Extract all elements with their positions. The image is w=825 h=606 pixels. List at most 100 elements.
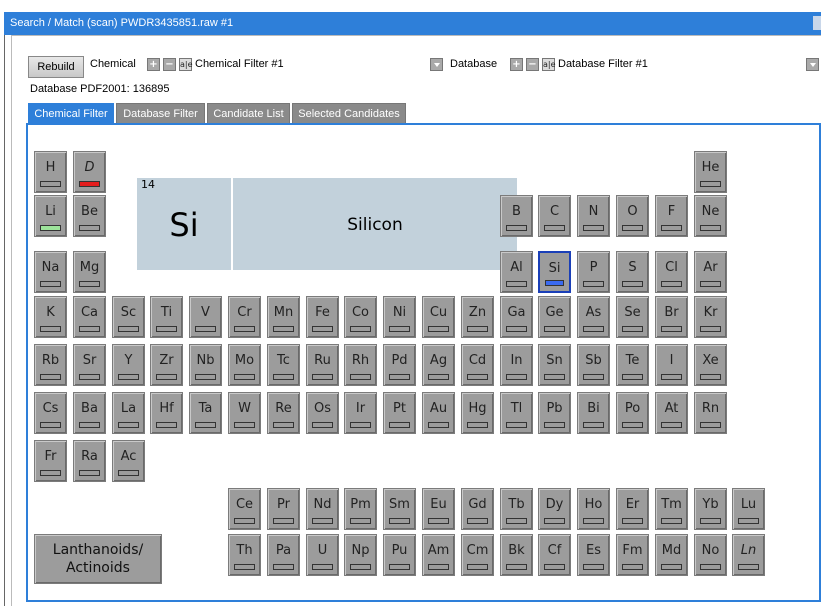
element-cell-re[interactable]: Re: [267, 392, 300, 434]
chemical-dropdown-icon[interactable]: [430, 58, 443, 71]
element-cell-be[interactable]: Be: [73, 195, 106, 237]
element-cell-nb[interactable]: Nb: [189, 344, 222, 386]
element-cell-mo[interactable]: Mo: [228, 344, 261, 386]
element-cell-at[interactable]: At: [655, 392, 688, 434]
element-cell-eu[interactable]: Eu: [422, 488, 455, 530]
element-cell-fe[interactable]: Fe: [306, 296, 339, 338]
element-cell-hg[interactable]: Hg: [461, 392, 494, 434]
element-cell-o[interactable]: O: [616, 195, 649, 237]
element-cell-ga[interactable]: Ga: [500, 296, 533, 338]
element-cell-cm[interactable]: Cm: [461, 534, 494, 576]
element-cell-pa[interactable]: Pa: [267, 534, 300, 576]
element-cell-ti[interactable]: Ti: [150, 296, 183, 338]
element-cell-c[interactable]: C: [538, 195, 571, 237]
element-cell-cf[interactable]: Cf: [538, 534, 571, 576]
element-cell-os[interactable]: Os: [306, 392, 339, 434]
element-cell-sb[interactable]: Sb: [577, 344, 610, 386]
tab-selected-candidates[interactable]: Selected Candidates: [292, 103, 406, 123]
element-cell-cl[interactable]: Cl: [655, 251, 688, 293]
element-cell-tm[interactable]: Tm: [655, 488, 688, 530]
element-cell-th[interactable]: Th: [228, 534, 261, 576]
lanthanoids-actinoids-button[interactable]: Lanthanoids/ Actinoids: [34, 534, 162, 584]
element-cell-er[interactable]: Er: [616, 488, 649, 530]
element-cell-sm[interactable]: Sm: [383, 488, 416, 530]
database-dropdown-icon[interactable]: [806, 58, 819, 71]
element-cell-s[interactable]: S: [616, 251, 649, 293]
element-cell-y[interactable]: Y: [112, 344, 145, 386]
chemical-filter-select[interactable]: Chemical Filter #1: [195, 58, 284, 70]
element-cell-si[interactable]: Si: [538, 251, 571, 293]
tab-database-filter[interactable]: Database Filter: [116, 103, 205, 123]
element-cell-mg[interactable]: Mg: [73, 251, 106, 293]
tab-chemical-filter[interactable]: Chemical Filter: [28, 103, 114, 123]
element-cell-pm[interactable]: Pm: [344, 488, 377, 530]
element-cell-ni[interactable]: Ni: [383, 296, 416, 338]
element-cell-n[interactable]: N: [577, 195, 610, 237]
element-cell-ac[interactable]: Ac: [112, 440, 145, 482]
element-cell-po[interactable]: Po: [616, 392, 649, 434]
database-rename-icon[interactable]: a|e: [542, 58, 556, 71]
element-cell-pd[interactable]: Pd: [383, 344, 416, 386]
element-cell-tc[interactable]: Tc: [267, 344, 300, 386]
element-cell-na[interactable]: Na: [34, 251, 67, 293]
element-cell-nd[interactable]: Nd: [306, 488, 339, 530]
element-cell-zn[interactable]: Zn: [461, 296, 494, 338]
element-cell-ir[interactable]: Ir: [344, 392, 377, 434]
database-remove-icon[interactable]: −: [526, 58, 539, 71]
element-cell-gd[interactable]: Gd: [461, 488, 494, 530]
element-cell-xe[interactable]: Xe: [694, 344, 727, 386]
element-cell-b[interactable]: B: [500, 195, 533, 237]
element-cell-rh[interactable]: Rh: [344, 344, 377, 386]
element-cell-he[interactable]: He: [694, 151, 727, 193]
element-cell-pu[interactable]: Pu: [383, 534, 416, 576]
element-cell-pt[interactable]: Pt: [383, 392, 416, 434]
element-cell-ho[interactable]: Ho: [577, 488, 610, 530]
element-cell-yb[interactable]: Yb: [694, 488, 727, 530]
element-cell-sn[interactable]: Sn: [538, 344, 571, 386]
element-cell-tl[interactable]: Tl: [500, 392, 533, 434]
element-cell-cd[interactable]: Cd: [461, 344, 494, 386]
element-cell-ra[interactable]: Ra: [73, 440, 106, 482]
element-cell-d[interactable]: D: [73, 151, 106, 193]
element-cell-ba[interactable]: Ba: [73, 392, 106, 434]
element-cell-co[interactable]: Co: [344, 296, 377, 338]
element-cell-cr[interactable]: Cr: [228, 296, 261, 338]
element-cell-u[interactable]: U: [306, 534, 339, 576]
element-cell-kr[interactable]: Kr: [694, 296, 727, 338]
element-cell-am[interactable]: Am: [422, 534, 455, 576]
element-cell-ca[interactable]: Ca: [73, 296, 106, 338]
element-cell-in[interactable]: In: [500, 344, 533, 386]
element-cell-as[interactable]: As: [577, 296, 610, 338]
element-cell-cu[interactable]: Cu: [422, 296, 455, 338]
element-cell-h[interactable]: H: [34, 151, 67, 193]
element-cell-hf[interactable]: Hf: [150, 392, 183, 434]
element-cell-la[interactable]: La: [112, 392, 145, 434]
element-cell-zr[interactable]: Zr: [150, 344, 183, 386]
element-cell-tb[interactable]: Tb: [500, 488, 533, 530]
element-cell-v[interactable]: V: [189, 296, 222, 338]
element-cell-bk[interactable]: Bk: [500, 534, 533, 576]
element-cell-no[interactable]: No: [694, 534, 727, 576]
element-cell-i[interactable]: I: [655, 344, 688, 386]
element-cell-ce[interactable]: Ce: [228, 488, 261, 530]
element-cell-dy[interactable]: Dy: [538, 488, 571, 530]
element-cell-se[interactable]: Se: [616, 296, 649, 338]
element-cell-f[interactable]: F: [655, 195, 688, 237]
element-cell-au[interactable]: Au: [422, 392, 455, 434]
element-cell-p[interactable]: P: [577, 251, 610, 293]
element-cell-np[interactable]: Np: [344, 534, 377, 576]
element-cell-ne[interactable]: Ne: [694, 195, 727, 237]
database-add-icon[interactable]: +: [510, 58, 523, 71]
chemical-remove-icon[interactable]: −: [163, 58, 176, 71]
element-cell-ar[interactable]: Ar: [694, 251, 727, 293]
element-cell-k[interactable]: K: [34, 296, 67, 338]
element-cell-ag[interactable]: Ag: [422, 344, 455, 386]
chemical-rename-icon[interactable]: a|e: [179, 58, 193, 71]
element-cell-pr[interactable]: Pr: [267, 488, 300, 530]
element-cell-br[interactable]: Br: [655, 296, 688, 338]
element-cell-cs[interactable]: Cs: [34, 392, 67, 434]
element-cell-rn[interactable]: Rn: [694, 392, 727, 434]
close-icon[interactable]: [813, 16, 821, 30]
element-cell-rb[interactable]: Rb: [34, 344, 67, 386]
element-cell-sr[interactable]: Sr: [73, 344, 106, 386]
